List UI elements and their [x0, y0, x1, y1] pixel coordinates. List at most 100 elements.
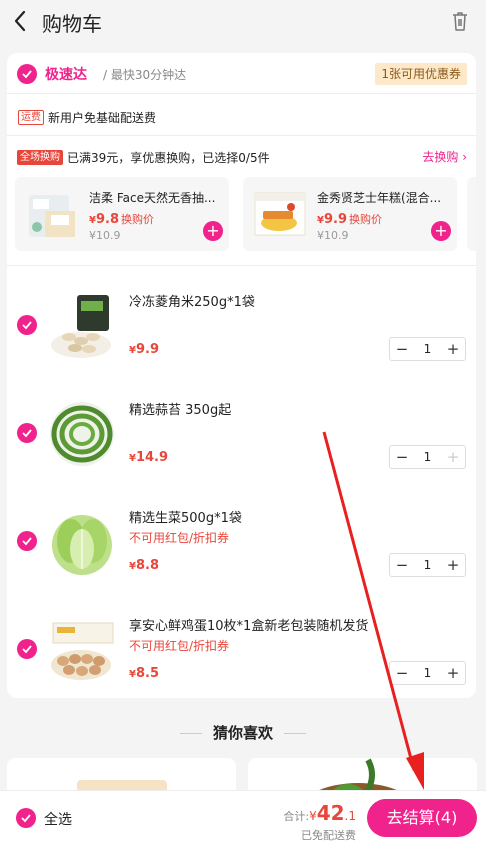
- back-arrow-icon[interactable]: [10, 8, 32, 34]
- swap-product-card[interactable]: 金秀贤芝士年糕(混合... ¥9.9 换购价 ¥10.9 +: [243, 177, 457, 251]
- swap-product-card[interactable]: 洁柔 Face天然无香抽... ¥9.8 换购价 ¥10.9 +: [15, 177, 229, 251]
- quantity-stepper[interactable]: − 1 +: [389, 337, 466, 361]
- item-price-value: 8.5: [135, 666, 159, 681]
- plus-icon[interactable]: +: [441, 662, 465, 684]
- plus-icon[interactable]: +: [441, 554, 465, 576]
- quantity-stepper[interactable]: − 1 +: [389, 661, 466, 685]
- page-title: 购物车: [42, 12, 102, 36]
- currency-symbol: ¥: [129, 561, 136, 572]
- plus-icon[interactable]: +: [441, 338, 465, 360]
- total-summary: 合计:¥42.1 已免配送费: [283, 801, 356, 842]
- swap-tag: 全场换购: [17, 150, 63, 165]
- item-select-checkbox[interactable]: [17, 531, 37, 551]
- currency-symbol: ¥: [129, 345, 136, 356]
- product-image: [29, 195, 75, 237]
- add-icon[interactable]: +: [203, 221, 223, 241]
- store-header: 极速达 / 最快30分钟达 1张可用优惠券: [17, 63, 467, 85]
- item-price-value: 14.9: [135, 450, 169, 465]
- cart-item[interactable]: 精选蒜苔 350g起 ¥14.9 − 1 +: [7, 379, 476, 487]
- quantity-value: 1: [423, 558, 432, 572]
- quantity-value: 1: [423, 342, 432, 356]
- cart-item[interactable]: 享安心鲜鸡蛋10枚*1盒新老包装随机发货 不可用红包/折扣券 ¥8.5 − 1 …: [7, 595, 476, 698]
- item-price-value: 9.9: [135, 342, 159, 357]
- item-price: ¥14.9: [129, 450, 168, 465]
- product-image: [254, 192, 306, 236]
- currency-symbol: ¥: [309, 809, 317, 823]
- swap-product-card-partial[interactable]: [467, 177, 476, 251]
- quantity-value: 1: [423, 450, 432, 464]
- quantity-stepper[interactable]: − 1 +: [389, 445, 466, 469]
- divider: [7, 135, 476, 136]
- checkmark-icon: [22, 645, 32, 654]
- add-icon[interactable]: +: [431, 221, 451, 241]
- item-price: ¥9.9: [129, 342, 159, 357]
- checkout-bar: 全选 合计:¥42.1 已免配送费 去结算(4): [0, 790, 486, 842]
- swap-price-value: 9.8: [95, 212, 119, 227]
- checkmark-icon: [21, 814, 31, 823]
- item-name: 精选蒜苔 350g起: [129, 403, 232, 418]
- product-image: [51, 622, 114, 680]
- swap-product-name: 金秀贤芝士年糕(混合...: [317, 191, 442, 205]
- total-line: 合计:¥42.1: [283, 801, 356, 825]
- select-all-checkbox[interactable]: [16, 808, 36, 828]
- coupon-restriction: 不可用红包/折扣券: [129, 531, 230, 545]
- shipping-tag: 运费: [18, 110, 44, 125]
- original-price: ¥10.9: [317, 229, 349, 242]
- chevron-right-icon: ›: [462, 150, 467, 164]
- go-swap-label: 去换购: [422, 150, 459, 164]
- recommend-title: 猜你喜欢: [212, 724, 273, 742]
- divider: [284, 733, 306, 734]
- original-price: ¥10.9: [89, 229, 121, 242]
- item-select-checkbox[interactable]: [17, 639, 37, 659]
- cart-store-card: 极速达 / 最快30分钟达 1张可用优惠券 运费 新用户免基础配送费 全场换购 已满…: [7, 53, 476, 698]
- item-price: ¥8.8: [129, 558, 159, 573]
- trash-icon[interactable]: [450, 10, 470, 32]
- total-label: 合计:: [283, 810, 310, 823]
- swap-price-tag: 换购价: [349, 213, 382, 226]
- divider: [7, 265, 476, 266]
- currency-symbol: ¥: [89, 215, 96, 226]
- shipping-notice: 运费 新用户免基础配送费: [18, 107, 156, 125]
- item-price-value: 8.8: [135, 558, 159, 573]
- select-all-label[interactable]: 全选: [44, 809, 72, 829]
- minus-icon[interactable]: −: [390, 662, 414, 684]
- minus-icon[interactable]: −: [390, 338, 414, 360]
- minus-icon[interactable]: −: [390, 554, 414, 576]
- checkmark-icon: [22, 70, 32, 79]
- product-image: [52, 515, 112, 575]
- item-select-checkbox[interactable]: [17, 423, 37, 443]
- item-select-checkbox[interactable]: [17, 315, 37, 335]
- product-image: [51, 295, 111, 358]
- swap-price-tag: 换购价: [121, 213, 154, 226]
- swap-product-list[interactable]: 洁柔 Face天然无香抽... ¥9.8 换购价 ¥10.9 + 金秀贤芝士年糕(…: [15, 177, 476, 251]
- swap-promo-row: 全场换购 已满39元，享优惠换购，已选择0/5件 去换购 ›: [17, 147, 467, 165]
- item-name: 精选生菜500g*1袋: [129, 511, 242, 526]
- checkmark-icon: [22, 429, 32, 438]
- store-name: 极速达: [45, 67, 87, 83]
- quantity-value: 1: [423, 666, 432, 680]
- cart-item[interactable]: 冷冻菱角米250g*1袋 ¥9.9 − 1 +: [7, 271, 476, 379]
- store-select-checkbox[interactable]: [17, 64, 37, 84]
- swap-price: ¥9.8 换购价: [89, 211, 154, 227]
- top-bar: 购物车: [0, 0, 486, 44]
- plus-icon[interactable]: +: [441, 446, 465, 468]
- delivery-time: / 最快30分钟达: [103, 68, 187, 82]
- go-swap-link[interactable]: 去换购 ›: [422, 148, 467, 165]
- coupon-button[interactable]: 1张可用优惠券: [375, 63, 467, 85]
- item-price: ¥8.5: [129, 666, 159, 681]
- total-decimal: .1: [344, 809, 356, 823]
- divider: [7, 93, 476, 94]
- coupon-restriction: 不可用红包/折扣券: [129, 639, 230, 653]
- currency-symbol: ¥: [317, 215, 324, 226]
- quantity-stepper[interactable]: − 1 +: [389, 553, 466, 577]
- swap-price: ¥9.9 换购价: [317, 211, 382, 227]
- cart-item[interactable]: 精选生菜500g*1袋 不可用红包/折扣券 ¥8.8 − 1 +: [7, 487, 476, 595]
- swap-price-value: 9.9: [323, 212, 347, 227]
- checkmark-icon: [22, 321, 32, 330]
- swap-text: 已满39元，享优惠换购，已选择0/5件: [67, 151, 270, 165]
- free-shipping-note: 已免配送费: [301, 829, 356, 842]
- total-integer: 42: [316, 801, 345, 825]
- checkout-button[interactable]: 去结算(4): [367, 799, 477, 837]
- minus-icon[interactable]: −: [390, 446, 414, 468]
- checkmark-icon: [22, 537, 32, 546]
